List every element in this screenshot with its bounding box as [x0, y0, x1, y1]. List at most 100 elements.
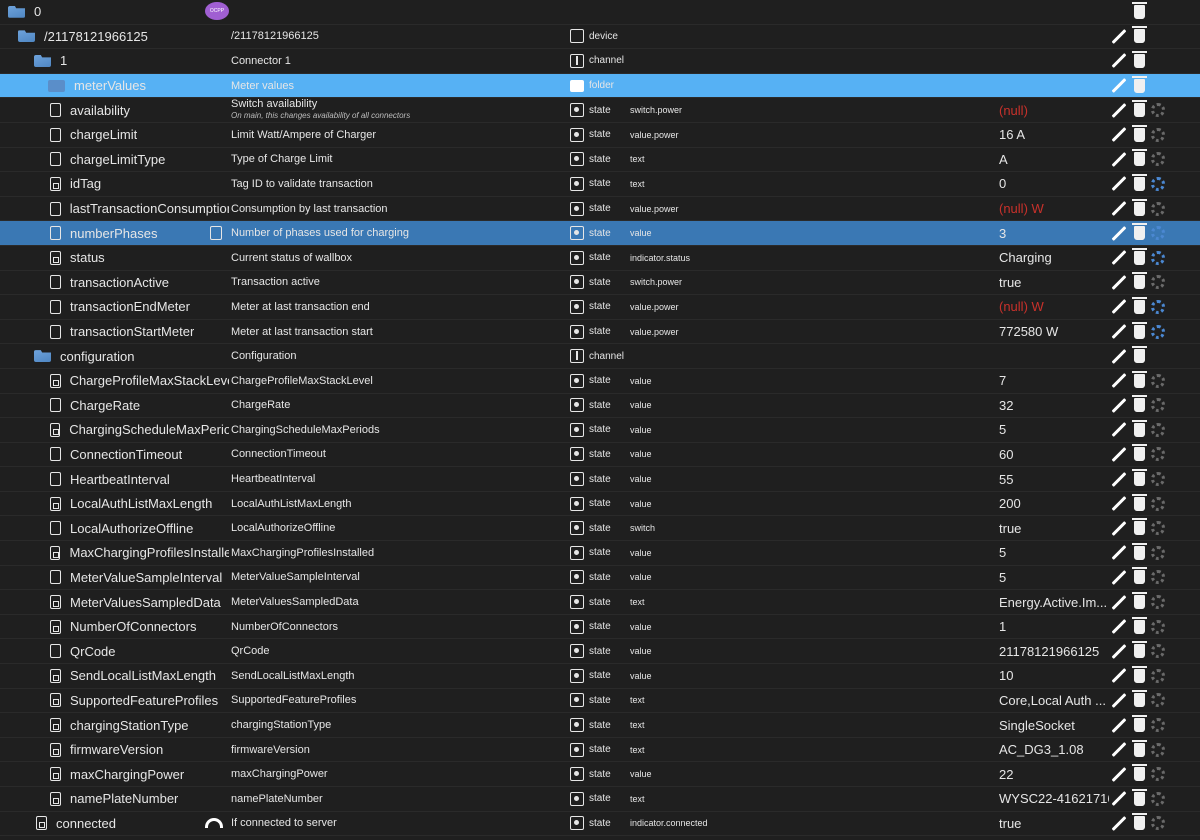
tree-row[interactable]: MeterValueSampleInterval MeterValueSample… — [0, 566, 1200, 591]
edit-icon[interactable] — [1110, 667, 1128, 685]
settings-gear-icon[interactable] — [1151, 299, 1165, 314]
edit-icon[interactable] — [1110, 568, 1128, 586]
edit-icon[interactable] — [1110, 150, 1128, 168]
tree-row[interactable]: ChargingScheduleMaxPeriods ChargingSchedu… — [0, 418, 1200, 443]
delete-icon[interactable] — [1132, 764, 1147, 782]
row-value[interactable]: AC_DG3_1.08 — [999, 742, 1084, 757]
settings-gear-icon[interactable] — [1151, 644, 1165, 659]
edit-icon[interactable] — [1110, 101, 1128, 119]
delete-icon[interactable] — [1132, 100, 1147, 118]
tree-row[interactable]: ChargeProfileMaxStackLevel ChargeProfileM… — [0, 369, 1200, 394]
row-value[interactable]: Energy.Active.Im... — [999, 595, 1107, 610]
delete-icon[interactable] — [1132, 542, 1147, 560]
row-value[interactable]: Core,Local Auth ... — [999, 693, 1106, 708]
tree-row[interactable]: MaxChargingProfilesInstalled MaxChargingP… — [0, 541, 1200, 566]
edit-icon[interactable] — [1110, 421, 1128, 439]
settings-gear-icon[interactable] — [1151, 226, 1165, 241]
row-value[interactable]: (null) W — [999, 201, 1044, 216]
tree-row[interactable]: numberPhases Number of phases used for ch… — [0, 221, 1200, 246]
tree-row[interactable]: HeartbeatInterval HeartbeatInterval state v… — [0, 467, 1200, 492]
edit-icon[interactable] — [1110, 741, 1128, 759]
delete-icon[interactable] — [1132, 198, 1147, 216]
settings-gear-icon[interactable] — [1151, 152, 1165, 167]
copy-icon[interactable] — [210, 226, 222, 241]
delete-icon[interactable] — [1132, 641, 1147, 659]
row-value[interactable]: 7 — [999, 373, 1006, 388]
tree-row[interactable]: idTag Tag ID to validate transaction state… — [0, 172, 1200, 197]
delete-icon[interactable] — [1132, 321, 1147, 339]
edit-icon[interactable] — [1110, 519, 1128, 537]
row-value[interactable]: A — [999, 152, 1008, 167]
delete-icon[interactable] — [1132, 247, 1147, 265]
settings-gear-icon[interactable] — [1151, 201, 1165, 216]
settings-gear-icon[interactable] — [1151, 742, 1165, 757]
edit-icon[interactable] — [1110, 249, 1128, 267]
tree-row[interactable]: LocalAuthListMaxLength LocalAuthListMaxLe… — [0, 492, 1200, 517]
delete-icon[interactable] — [1132, 469, 1147, 487]
tree-row[interactable]: transactionEndMeter Meter at last transac… — [0, 295, 1200, 320]
tree-row[interactable]: QrCode QrCode state value 21178121966125 — [0, 639, 1200, 665]
row-value[interactable]: (null) — [999, 103, 1028, 118]
row-value[interactable]: true — [999, 521, 1021, 536]
tree-row-root[interactable]: 0 OCPP — [0, 0, 1200, 25]
edit-icon[interactable] — [1110, 396, 1128, 414]
delete-icon[interactable] — [1132, 75, 1147, 93]
settings-gear-icon[interactable] — [1151, 693, 1165, 708]
edit-icon[interactable] — [1110, 642, 1128, 660]
delete-icon[interactable] — [1132, 346, 1147, 364]
edit-icon[interactable] — [1110, 445, 1128, 463]
row-value[interactable]: 22 — [999, 767, 1013, 782]
edit-icon[interactable] — [1110, 372, 1128, 390]
tree-row[interactable]: chargingStationType chargingStationType st… — [0, 713, 1200, 738]
edit-icon[interactable] — [1110, 224, 1128, 242]
row-value[interactable]: true — [999, 816, 1021, 831]
delete-icon[interactable] — [1132, 50, 1147, 68]
edit-icon[interactable] — [1110, 495, 1128, 513]
settings-gear-icon[interactable] — [1151, 521, 1165, 536]
delete-icon[interactable] — [1132, 739, 1147, 757]
edit-icon[interactable] — [1110, 593, 1128, 611]
edit-icon[interactable] — [1110, 200, 1128, 218]
edit-icon[interactable] — [1110, 470, 1128, 488]
tree-row[interactable]: SupportedFeatureProfiles SupportedFeature… — [0, 689, 1200, 714]
edit-icon[interactable] — [1110, 126, 1128, 144]
tree-row[interactable]: availability Switch availability On main, … — [0, 98, 1200, 123]
delete-icon[interactable] — [1132, 419, 1147, 437]
row-value[interactable]: 1 — [999, 619, 1006, 634]
row-value[interactable]: 3 — [999, 226, 1006, 241]
row-value[interactable]: 32 — [999, 398, 1013, 413]
delete-icon[interactable] — [1132, 26, 1147, 44]
tree-row[interactable]: meterValues Meter values folder — [0, 73, 1200, 99]
delete-icon[interactable] — [1132, 272, 1147, 290]
settings-gear-icon[interactable] — [1151, 496, 1165, 511]
edit-icon[interactable] — [1110, 77, 1128, 95]
delete-icon[interactable] — [1132, 518, 1147, 536]
tree-row[interactable]: SendLocalListMaxLength SendLocalListMaxLe… — [0, 664, 1200, 689]
settings-gear-icon[interactable] — [1151, 250, 1165, 265]
settings-gear-icon[interactable] — [1151, 176, 1165, 191]
delete-icon[interactable] — [1132, 665, 1147, 683]
tree-row[interactable]: lastTransactionConsumption Consumption by… — [0, 197, 1200, 222]
delete-icon[interactable] — [1132, 124, 1147, 142]
delete-icon[interactable] — [1132, 690, 1147, 708]
folder-open-icon[interactable] — [34, 54, 51, 67]
delete-icon[interactable] — [1132, 616, 1147, 634]
row-value[interactable]: 16 A — [999, 127, 1025, 142]
row-value[interactable]: Charging — [999, 250, 1052, 265]
settings-gear-icon[interactable] — [1151, 103, 1165, 118]
edit-icon[interactable] — [1110, 790, 1128, 808]
row-value[interactable]: 55 — [999, 472, 1013, 487]
settings-gear-icon[interactable] — [1151, 791, 1165, 806]
edit-icon[interactable] — [1110, 347, 1128, 365]
settings-gear-icon[interactable] — [1151, 545, 1165, 560]
folder-open-icon[interactable] — [18, 30, 35, 43]
tree-row[interactable]: /21178121966125/21178121966125 device — [0, 25, 1200, 50]
delete-icon[interactable] — [1132, 493, 1147, 511]
delete-icon[interactable] — [1132, 788, 1147, 806]
folder-open-icon[interactable] — [34, 350, 51, 363]
settings-gear-icon[interactable] — [1151, 668, 1165, 683]
tree-row[interactable]: firmwareVersion firmwareVersion state text A… — [0, 738, 1200, 763]
delete-icon[interactable] — [1132, 592, 1147, 610]
tree-row[interactable]: connected If connected to server state indi… — [0, 812, 1200, 837]
settings-gear-icon[interactable] — [1151, 472, 1165, 487]
